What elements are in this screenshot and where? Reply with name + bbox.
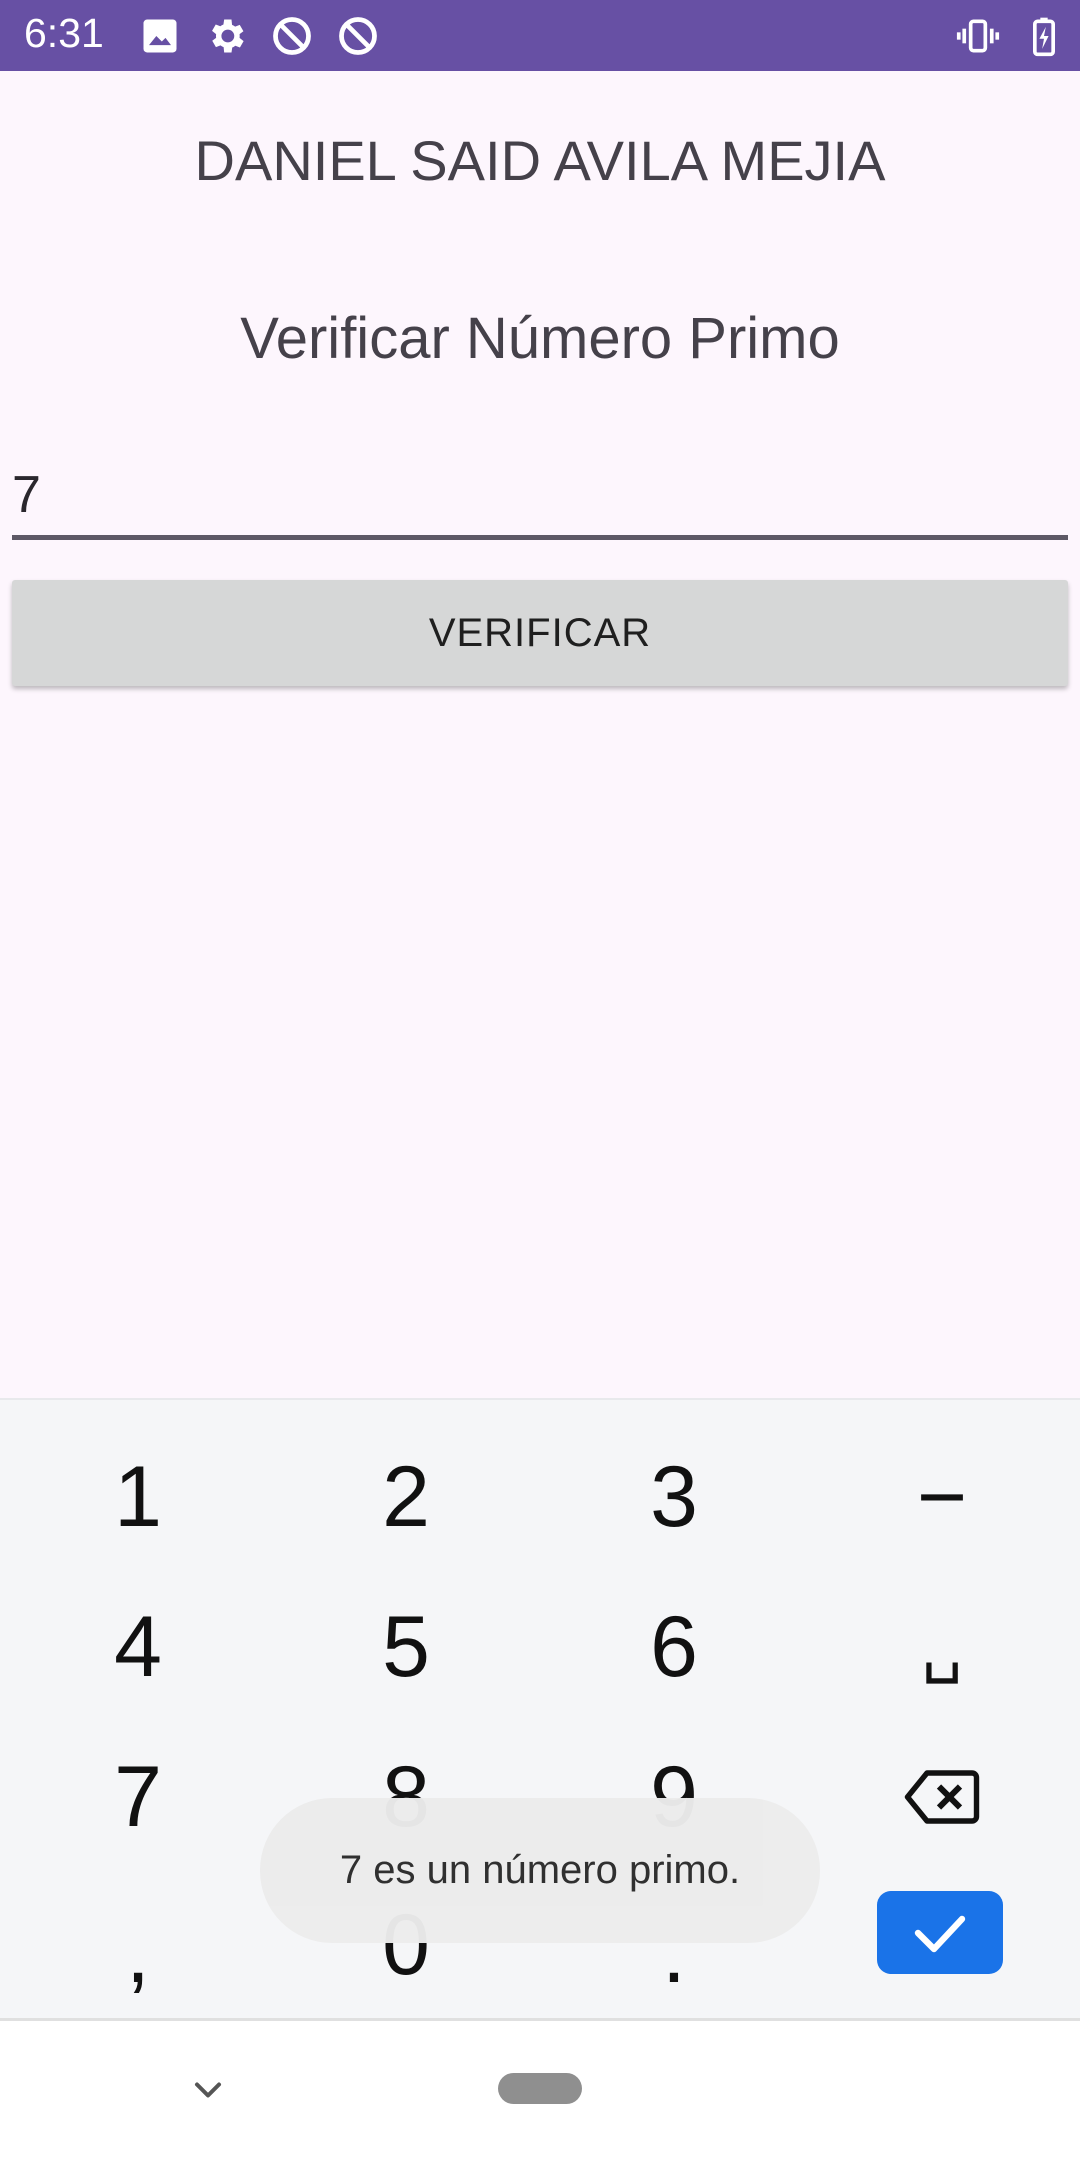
vibrate-icon	[956, 19, 1000, 53]
key-space[interactable]: ␣	[808, 1572, 1076, 1722]
image-icon	[143, 19, 177, 53]
key-2[interactable]: 2	[272, 1422, 540, 1572]
check-icon	[914, 1915, 966, 1952]
page-title: Verificar Número Primo	[240, 306, 840, 371]
key-4[interactable]: 4	[4, 1572, 272, 1722]
key-1[interactable]: 1	[4, 1422, 272, 1572]
key-3[interactable]: 3	[540, 1422, 808, 1572]
key-comma[interactable]: ,	[4, 1878, 272, 2028]
blocked-icon	[273, 17, 311, 55]
toast-message: 7 es un número primo.	[260, 1798, 820, 1943]
battery-charging-icon	[1033, 17, 1055, 57]
key-minus[interactable]: −	[808, 1422, 1076, 1572]
chevron-down-icon[interactable]	[186, 2068, 230, 2112]
blocked-icon	[339, 17, 377, 55]
backspace-key[interactable]	[808, 1722, 1076, 1872]
key-5[interactable]: 5	[272, 1572, 540, 1722]
home-handle[interactable]	[498, 2073, 582, 2104]
status-time: 6:31	[24, 10, 104, 56]
key-7[interactable]: 7	[4, 1722, 272, 1872]
key-6[interactable]: 6	[540, 1572, 808, 1722]
student-name-title: DANIEL SAID AVILA MEJIA	[194, 129, 886, 192]
verify-button[interactable]: VERIFICAR	[12, 580, 1068, 686]
backspace-icon	[904, 1770, 980, 1824]
number-input[interactable]	[12, 455, 1068, 540]
done-button[interactable]	[877, 1891, 1003, 1974]
gear-icon	[212, 19, 244, 53]
